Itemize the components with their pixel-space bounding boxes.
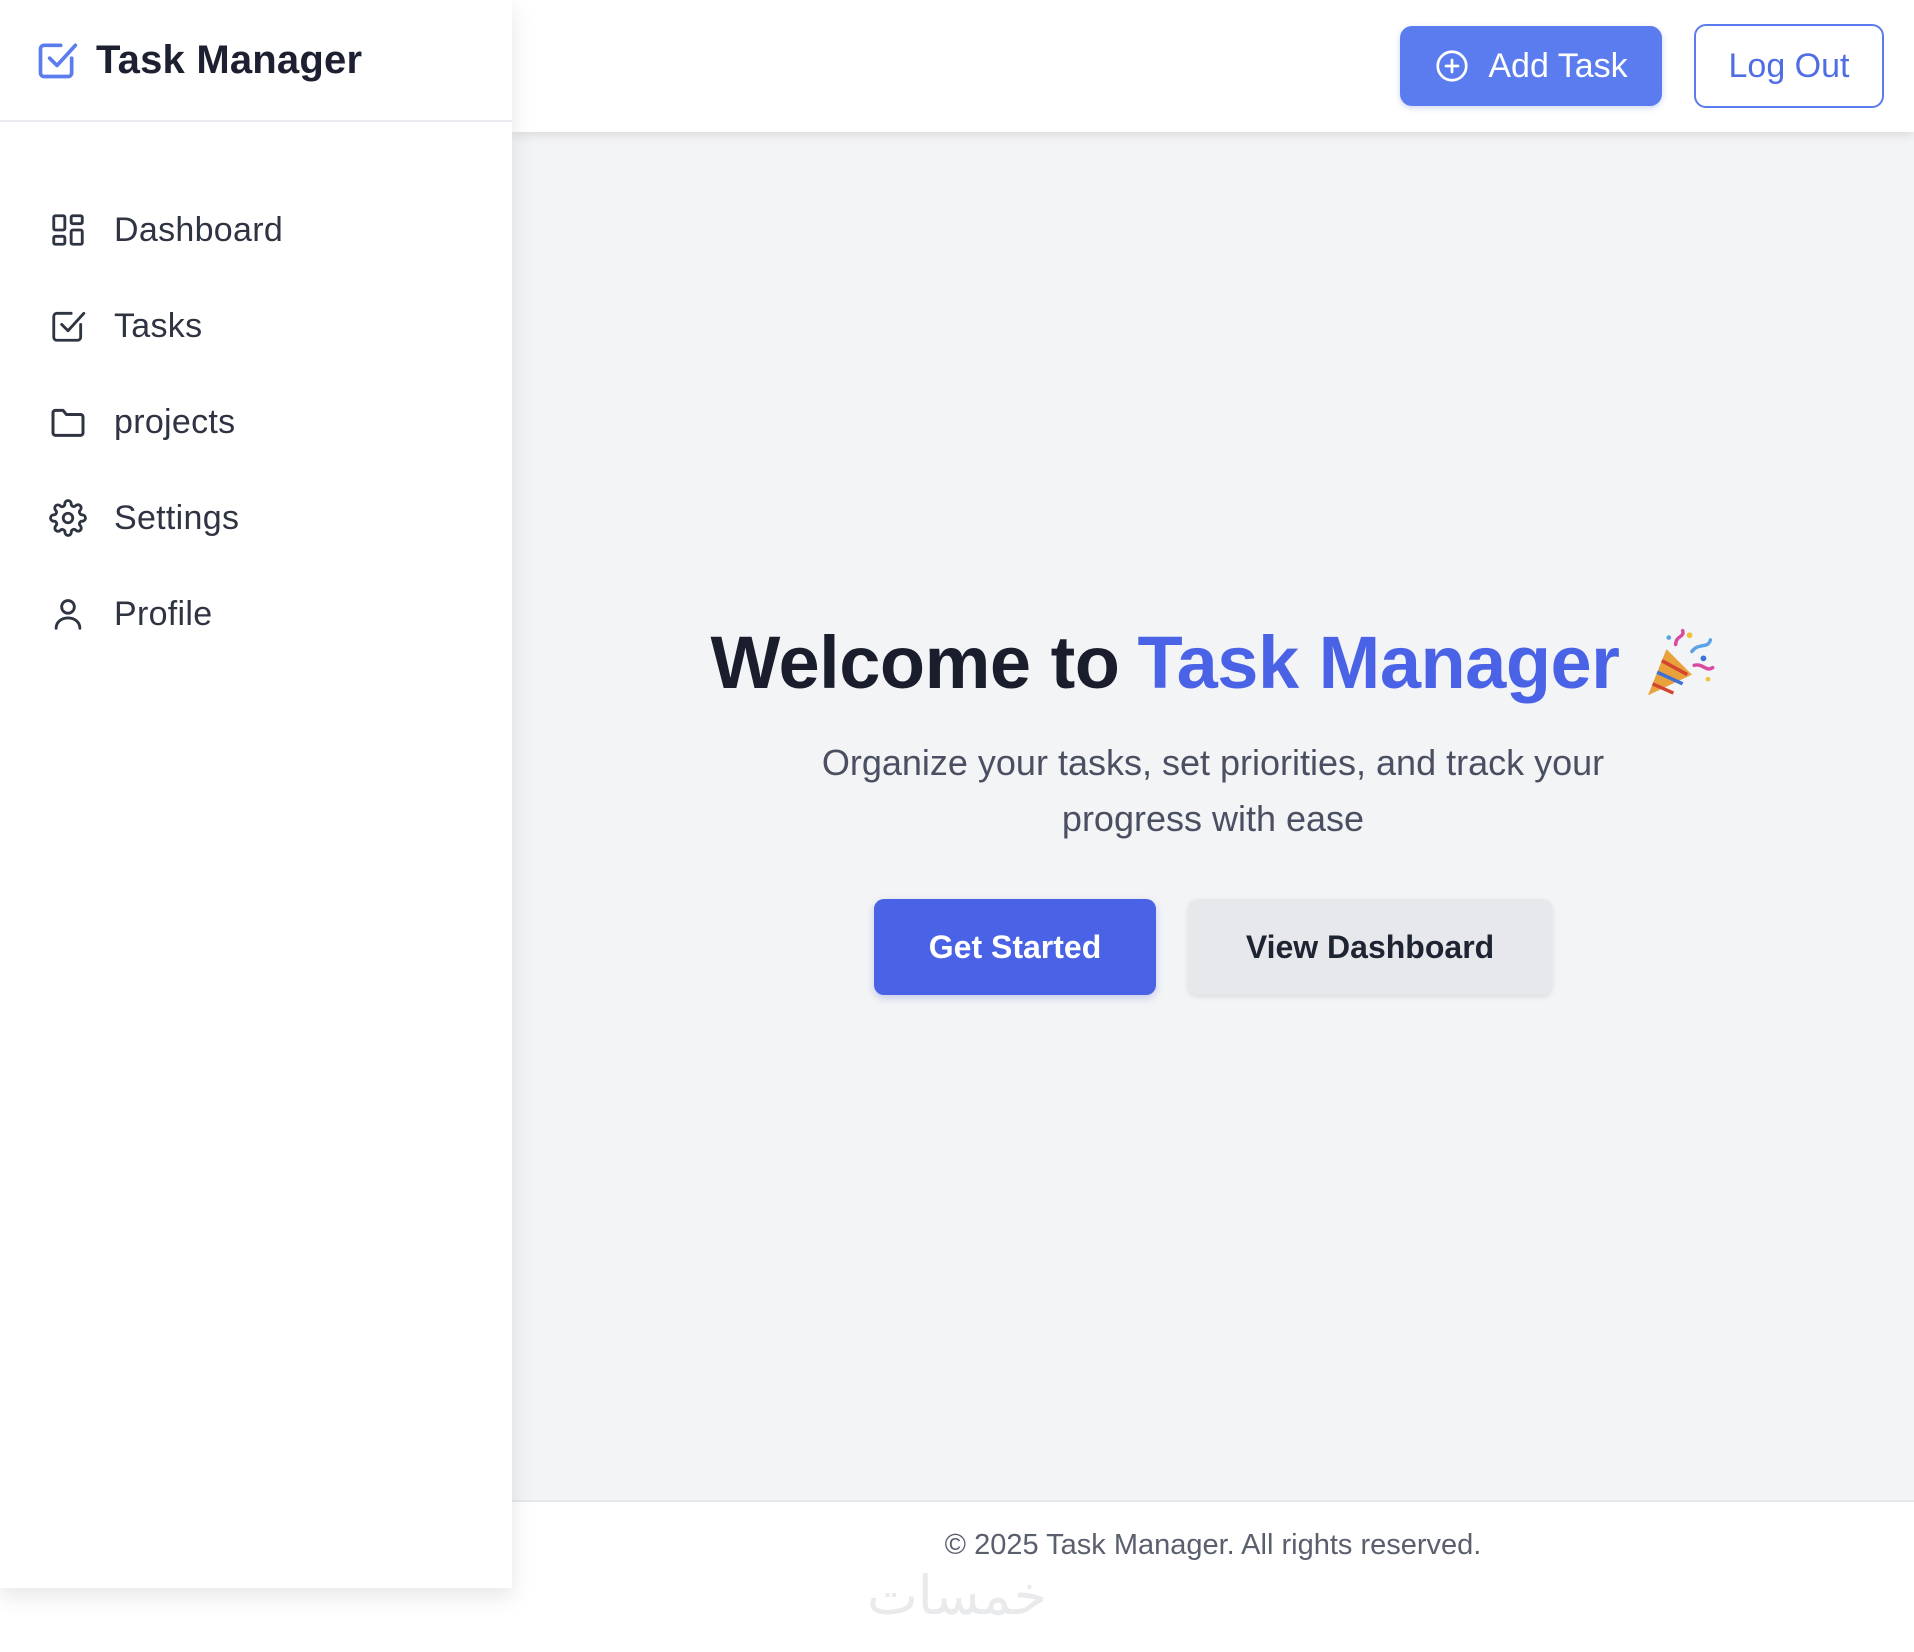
sidebar-item-label: Tasks — [114, 306, 203, 345]
hero-title-accent: Task Manager — [1137, 621, 1620, 704]
sidebar-item-label: Settings — [114, 498, 240, 537]
sidebar-item-label: Profile — [114, 594, 213, 633]
sidebar-item-profile[interactable]: Profile — [0, 566, 512, 662]
dashboard-grid-icon — [48, 210, 88, 250]
top-bar: Add Task Log Out — [512, 0, 1914, 132]
sidebar-item-dashboard[interactable]: Dashboard — [0, 182, 512, 278]
sidebar-nav: Dashboard Tasks projects Settings Profil… — [0, 122, 512, 662]
footer: © 2025 Task Manager. All rights reserved… — [512, 1500, 1914, 1588]
app-root: Task Manager Dashboard Tasks projects Se… — [0, 0, 1914, 1652]
add-task-button[interactable]: Add Task — [1400, 26, 1662, 106]
brand-title: Task Manager — [96, 37, 363, 82]
party-popper-icon — [1641, 626, 1715, 700]
sidebar-item-tasks[interactable]: Tasks — [0, 278, 512, 374]
hero-buttons: Get Started View Dashboard — [512, 899, 1914, 995]
checkbox-icon — [48, 306, 88, 346]
sidebar: Task Manager Dashboard Tasks projects Se… — [0, 0, 512, 1588]
footer-copyright: © 2025 Task Manager. All rights reserved… — [944, 1528, 1482, 1561]
sidebar-item-settings[interactable]: Settings — [0, 470, 512, 566]
watermark-text: خمسات — [867, 1564, 1047, 1627]
brand[interactable]: Task Manager — [0, 0, 512, 122]
watermark-logo: خمسات — [842, 1560, 1072, 1630]
add-task-label: Add Task — [1488, 46, 1628, 85]
sidebar-item-projects[interactable]: projects — [0, 374, 512, 470]
get-started-button[interactable]: Get Started — [874, 899, 1156, 995]
gear-icon — [48, 498, 88, 538]
user-icon — [48, 594, 88, 634]
main-content: Welcome to Task Manager Organize your ta… — [512, 132, 1914, 1500]
hero-subtitle: Organize your tasks, set priorities, and… — [821, 742, 1605, 839]
sidebar-item-label: projects — [114, 402, 236, 441]
checkbox-icon — [34, 37, 80, 83]
hero-title: Welcome to Task Manager — [512, 620, 1914, 705]
logout-button[interactable]: Log Out — [1694, 24, 1884, 108]
sidebar-item-label: Dashboard — [114, 210, 284, 249]
hero-title-prefix: Welcome to — [710, 621, 1120, 704]
plus-circle-icon — [1434, 48, 1470, 84]
view-dashboard-button[interactable]: View Dashboard — [1188, 899, 1552, 995]
hero: Welcome to Task Manager Organize your ta… — [512, 620, 1914, 995]
folder-icon — [48, 402, 88, 442]
